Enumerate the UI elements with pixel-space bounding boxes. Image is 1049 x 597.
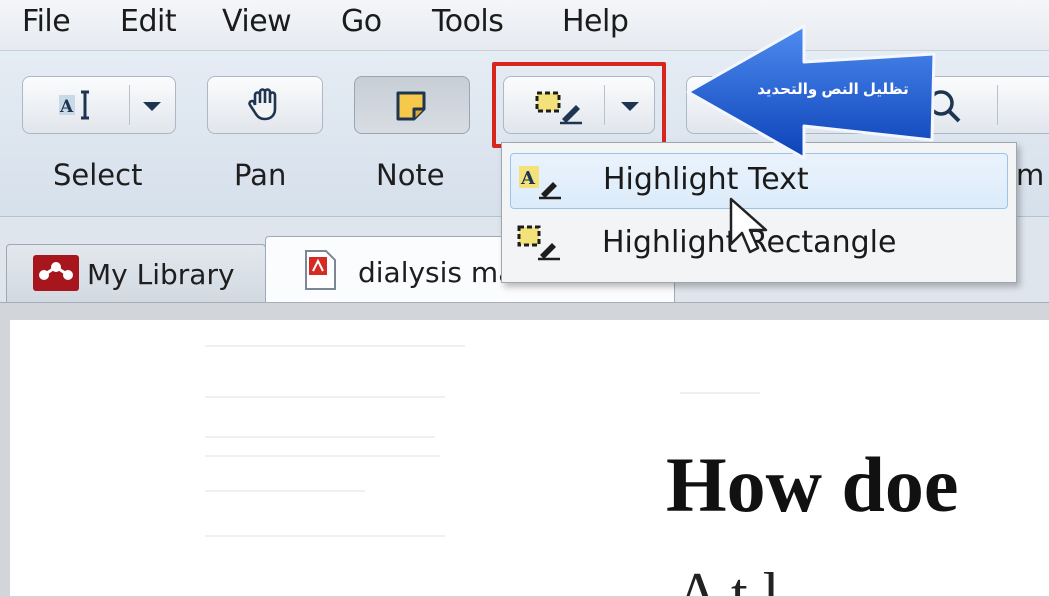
emphasis-red-box [492, 62, 666, 148]
mouse-pointer-icon [729, 197, 768, 254]
select-dropdown-chevron-icon[interactable] [143, 102, 161, 111]
pdf-document-icon [302, 249, 338, 296]
menu-item-label: Highlight Text [603, 162, 809, 197]
svg-text:A: A [59, 97, 74, 117]
sticky-note-icon [395, 90, 429, 127]
select-tool-button[interactable]: A [22, 76, 176, 134]
menu-help[interactable]: Help [562, 4, 629, 39]
highlight-text-icon: A [517, 162, 563, 205]
menu-tools[interactable]: Tools [432, 4, 504, 39]
svg-text:A: A [520, 168, 536, 189]
faint-text-line [205, 535, 445, 537]
menu-go[interactable]: Go [341, 4, 382, 39]
tab-label: My Library [87, 258, 235, 291]
hand-icon [246, 87, 284, 128]
callout-text: تظليل النص والتحديد [757, 81, 909, 98]
highlight-rectangle-icon [516, 223, 562, 266]
faint-text-line [680, 392, 760, 394]
tab-my-library[interactable]: My Library [6, 244, 266, 302]
document-subheading: A t l [676, 561, 780, 596]
faint-text-line [205, 490, 365, 492]
faint-text-line [205, 436, 435, 438]
faint-text-line [205, 455, 440, 457]
pan-tool-button[interactable] [207, 76, 323, 134]
menu-view[interactable]: View [222, 4, 292, 39]
pan-label: Pan [234, 158, 287, 192]
mendeley-logo-icon [33, 255, 79, 296]
menu-edit[interactable]: Edit [120, 4, 177, 39]
zoom-label-partial: m [1016, 158, 1045, 192]
note-label: Note [376, 158, 445, 192]
faint-text-line [205, 396, 445, 398]
text-select-icon: A [57, 89, 97, 126]
tab-label: dialysis ma [358, 256, 516, 289]
menu-file[interactable]: File [22, 4, 71, 39]
faint-text-line [205, 345, 465, 347]
select-label: Select [53, 158, 143, 192]
document-heading: How doe [666, 441, 959, 528]
note-tool-button[interactable] [354, 76, 470, 134]
